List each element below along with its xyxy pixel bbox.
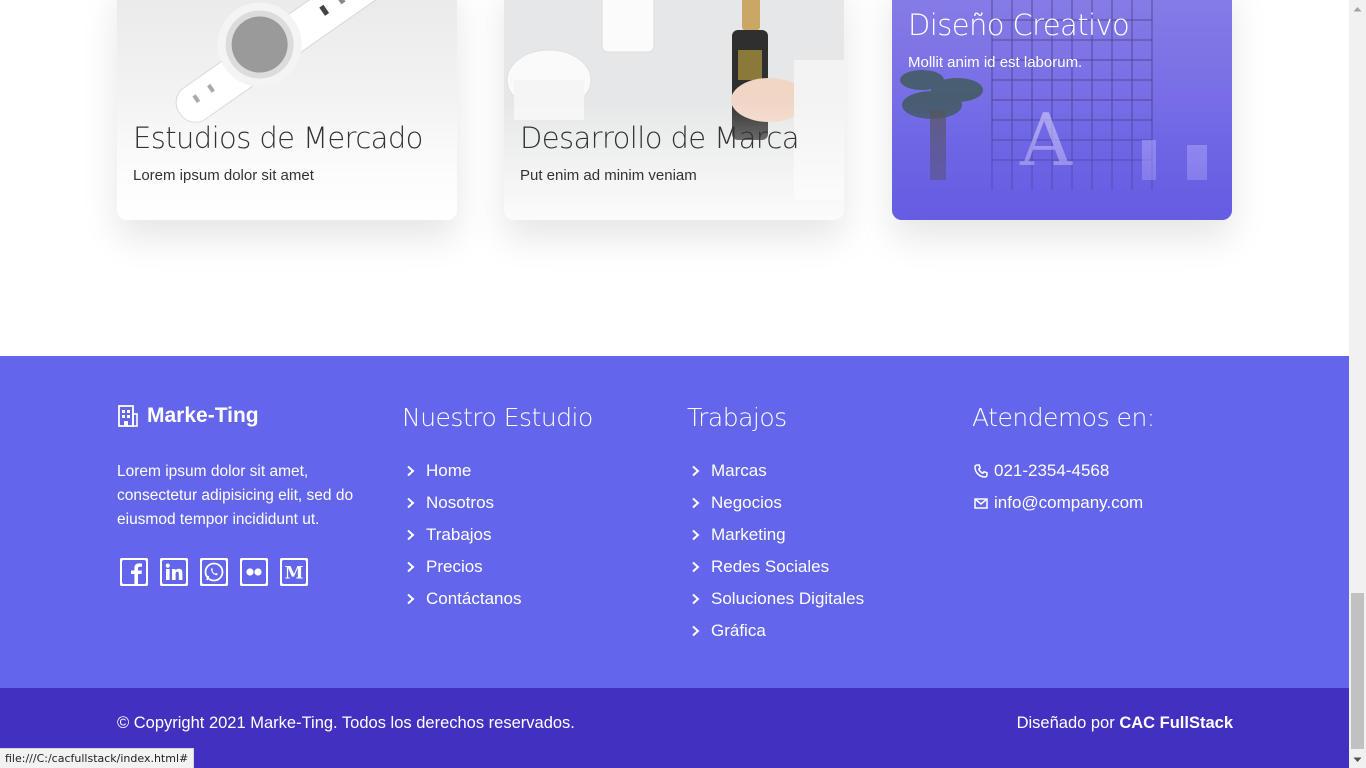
chevron-right-icon (692, 465, 700, 477)
footer-studio-links: Home Nosotros Trabajos Precios Contáctan… (402, 455, 521, 615)
vertical-scrollbar[interactable] (1349, 0, 1366, 768)
card-subtitle: Lorem ipsum dolor sit amet (133, 167, 314, 184)
linkedin-icon[interactable] (160, 558, 188, 586)
designed-by: Diseñado por CAC FullStack (1016, 714, 1233, 732)
footer-link-nosotros[interactable]: Nosotros (402, 487, 521, 519)
medium-icon[interactable]: M (280, 558, 308, 586)
chevron-right-icon (692, 625, 700, 637)
card-subtitle: Mollit anim id est laborum. (908, 54, 1083, 71)
footer-link-precios[interactable]: Precios (402, 551, 521, 583)
footer-studio-title: Nuestro Estudio (402, 403, 593, 432)
chevron-right-icon (407, 465, 415, 477)
footer-link-negocios[interactable]: Negocios (687, 487, 864, 519)
page: Estudios de Mercado Lorem ipsum dolor si… (0, 0, 1349, 768)
facebook-icon[interactable] (120, 558, 148, 586)
footer-contact-list: 021-2354-4568 info@company.com (972, 455, 1143, 519)
service-card-creative-design[interactable]: A Diseño Creativo Mollit anim id est lab… (892, 0, 1232, 220)
chevron-right-icon (692, 593, 700, 605)
footer-works-links: Marcas Negocios Marketing Redes Sociales… (687, 455, 864, 647)
footer-link-grafica[interactable]: Gráfica (687, 615, 864, 647)
card-subtitle: Put enim ad minim veniam (520, 167, 697, 184)
footer-works-title: Trabajos (687, 403, 787, 432)
chevron-right-icon (692, 497, 700, 509)
bottom-bar: © Copyright 2021 Marke-Ting. Todos los d… (0, 688, 1349, 768)
footer-link-redes-sociales[interactable]: Redes Sociales (687, 551, 864, 583)
scroll-down-arrow-icon[interactable] (1349, 751, 1366, 768)
status-bar-url: file:///C:/cacfullstack/index.html# (0, 748, 195, 768)
footer-link-marcas[interactable]: Marcas (687, 455, 864, 487)
scroll-thumb[interactable] (1351, 593, 1364, 749)
whatsapp-icon[interactable] (200, 558, 228, 586)
footer-brand[interactable]: Marke-Ting (117, 404, 259, 428)
social-links: M (120, 558, 308, 586)
chevron-right-icon (407, 529, 415, 541)
svg-text:M: M (285, 564, 304, 584)
flickr-icon[interactable] (240, 558, 268, 586)
chevron-right-icon (692, 561, 700, 573)
building-icon (118, 405, 138, 427)
footer-contact-title: Atendemos en: (972, 403, 1155, 432)
footer-email[interactable]: info@company.com (972, 487, 1143, 519)
phone-icon (974, 464, 988, 478)
card-title: Estudios de Mercado (133, 121, 423, 155)
footer-about-text: Lorem ipsum dolor sit amet, consectetur … (117, 463, 354, 528)
footer-link-contactanos[interactable]: Contáctanos (402, 583, 521, 615)
footer-link-trabajos[interactable]: Trabajos (402, 519, 521, 551)
services-section: Estudios de Mercado Lorem ipsum dolor si… (0, 0, 1349, 356)
service-card-brand-development[interactable]: Desarrollo de Marca Put enim ad minim ve… (504, 0, 844, 220)
chevron-right-icon (407, 497, 415, 509)
footer-link-marketing[interactable]: Marketing (687, 519, 864, 551)
card-title: Diseño Creativo (908, 8, 1130, 42)
footer-link-soluciones-digitales[interactable]: Soluciones Digitales (687, 583, 864, 615)
footer: Marke-Ting Lorem ipsum dolor sit amet, c… (0, 356, 1349, 688)
service-card-market-research[interactable]: Estudios de Mercado Lorem ipsum dolor si… (117, 0, 457, 220)
brand-name: Marke-Ting (147, 404, 259, 427)
chevron-right-icon (692, 529, 700, 541)
card-title: Desarrollo de Marca (520, 121, 800, 155)
footer-link-home[interactable]: Home (402, 455, 521, 487)
scroll-up-arrow-icon[interactable] (1349, 0, 1366, 17)
designer-link[interactable]: CAC FullStack (1119, 714, 1233, 732)
footer-phone[interactable]: 021-2354-4568 (972, 455, 1143, 487)
chevron-right-icon (407, 593, 415, 605)
copyright-text: © Copyright 2021 Marke-Ting. Todos los d… (117, 714, 575, 732)
chevron-right-icon (407, 561, 415, 573)
mail-icon (974, 498, 988, 509)
